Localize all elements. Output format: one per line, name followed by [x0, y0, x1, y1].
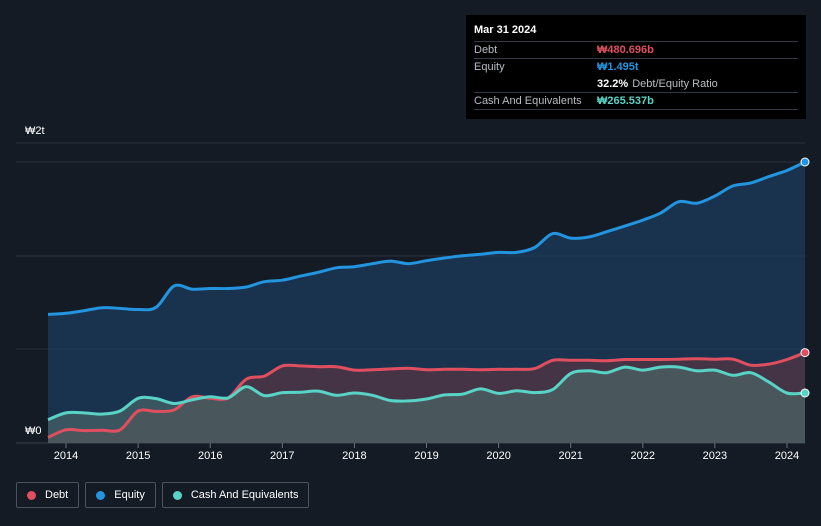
x-tick-label: 2019 [414, 450, 439, 462]
x-tick-label: 2018 [342, 450, 367, 462]
legend-equity-label: Equity [114, 489, 145, 501]
equity-dot-icon [96, 490, 106, 500]
legend: Debt Equity Cash And Equivalents [16, 482, 310, 508]
tooltip-cash-value: ₩265.537b [597, 95, 654, 107]
tooltip-ratio-label: Debt/Equity Ratio [632, 78, 718, 90]
x-tick-label: 2023 [702, 450, 728, 462]
x-tick-label: 2024 [774, 450, 800, 462]
x-tick-label: 2017 [270, 450, 295, 462]
equity-end-marker [800, 157, 810, 167]
tooltip-equity-label: Equity [474, 61, 505, 73]
x-tick-label: 2016 [197, 450, 223, 462]
tooltip-equity-value: ₩1.495t [597, 61, 639, 73]
debt-end-marker [800, 348, 810, 358]
tooltip-date: Mar 31 2024 [474, 24, 537, 36]
tooltip-debt-value: ₩480.696b [597, 44, 654, 56]
x-tick-label: 2015 [125, 450, 151, 462]
x-tick-label: 2014 [53, 450, 79, 462]
tooltip-ratio-value: 32.2% [597, 78, 629, 90]
debt-dot-icon [27, 490, 36, 500]
tooltip-row-ratio: 32.2% Debt/Equity Ratio [474, 75, 798, 92]
y-tick-label-zero: ₩0 [25, 425, 42, 437]
x-tick-label: 2020 [486, 450, 511, 462]
legend-cash-label: Cash And Equivalents [190, 489, 299, 501]
tooltip-row-equity: Equity ₩1.495t [474, 58, 798, 75]
legend-item-cash[interactable]: Cash And Equivalents [161, 482, 310, 508]
y-tick-label-max: ₩2t [25, 125, 45, 137]
cash-dot-icon [172, 490, 182, 500]
tooltip-row-cash: Cash And Equivalents ₩265.537b [474, 92, 798, 110]
tooltip-panel: Mar 31 2024 Debt ₩480.696b Equity ₩1.495… [466, 15, 806, 119]
legend-item-equity[interactable]: Equity [85, 482, 156, 508]
x-axis [65, 443, 788, 448]
legend-item-debt[interactable]: Debt [16, 482, 80, 508]
x-tick-label: 2022 [630, 450, 656, 462]
cash-end-marker [800, 388, 810, 398]
legend-debt-label: Debt [45, 489, 69, 501]
tooltip-debt-label: Debt [474, 44, 498, 56]
tooltip-cash-label: Cash And Equivalents [474, 95, 582, 107]
x-tick-label: 2021 [558, 450, 583, 462]
tooltip-row-debt: Debt ₩480.696b [474, 41, 798, 58]
